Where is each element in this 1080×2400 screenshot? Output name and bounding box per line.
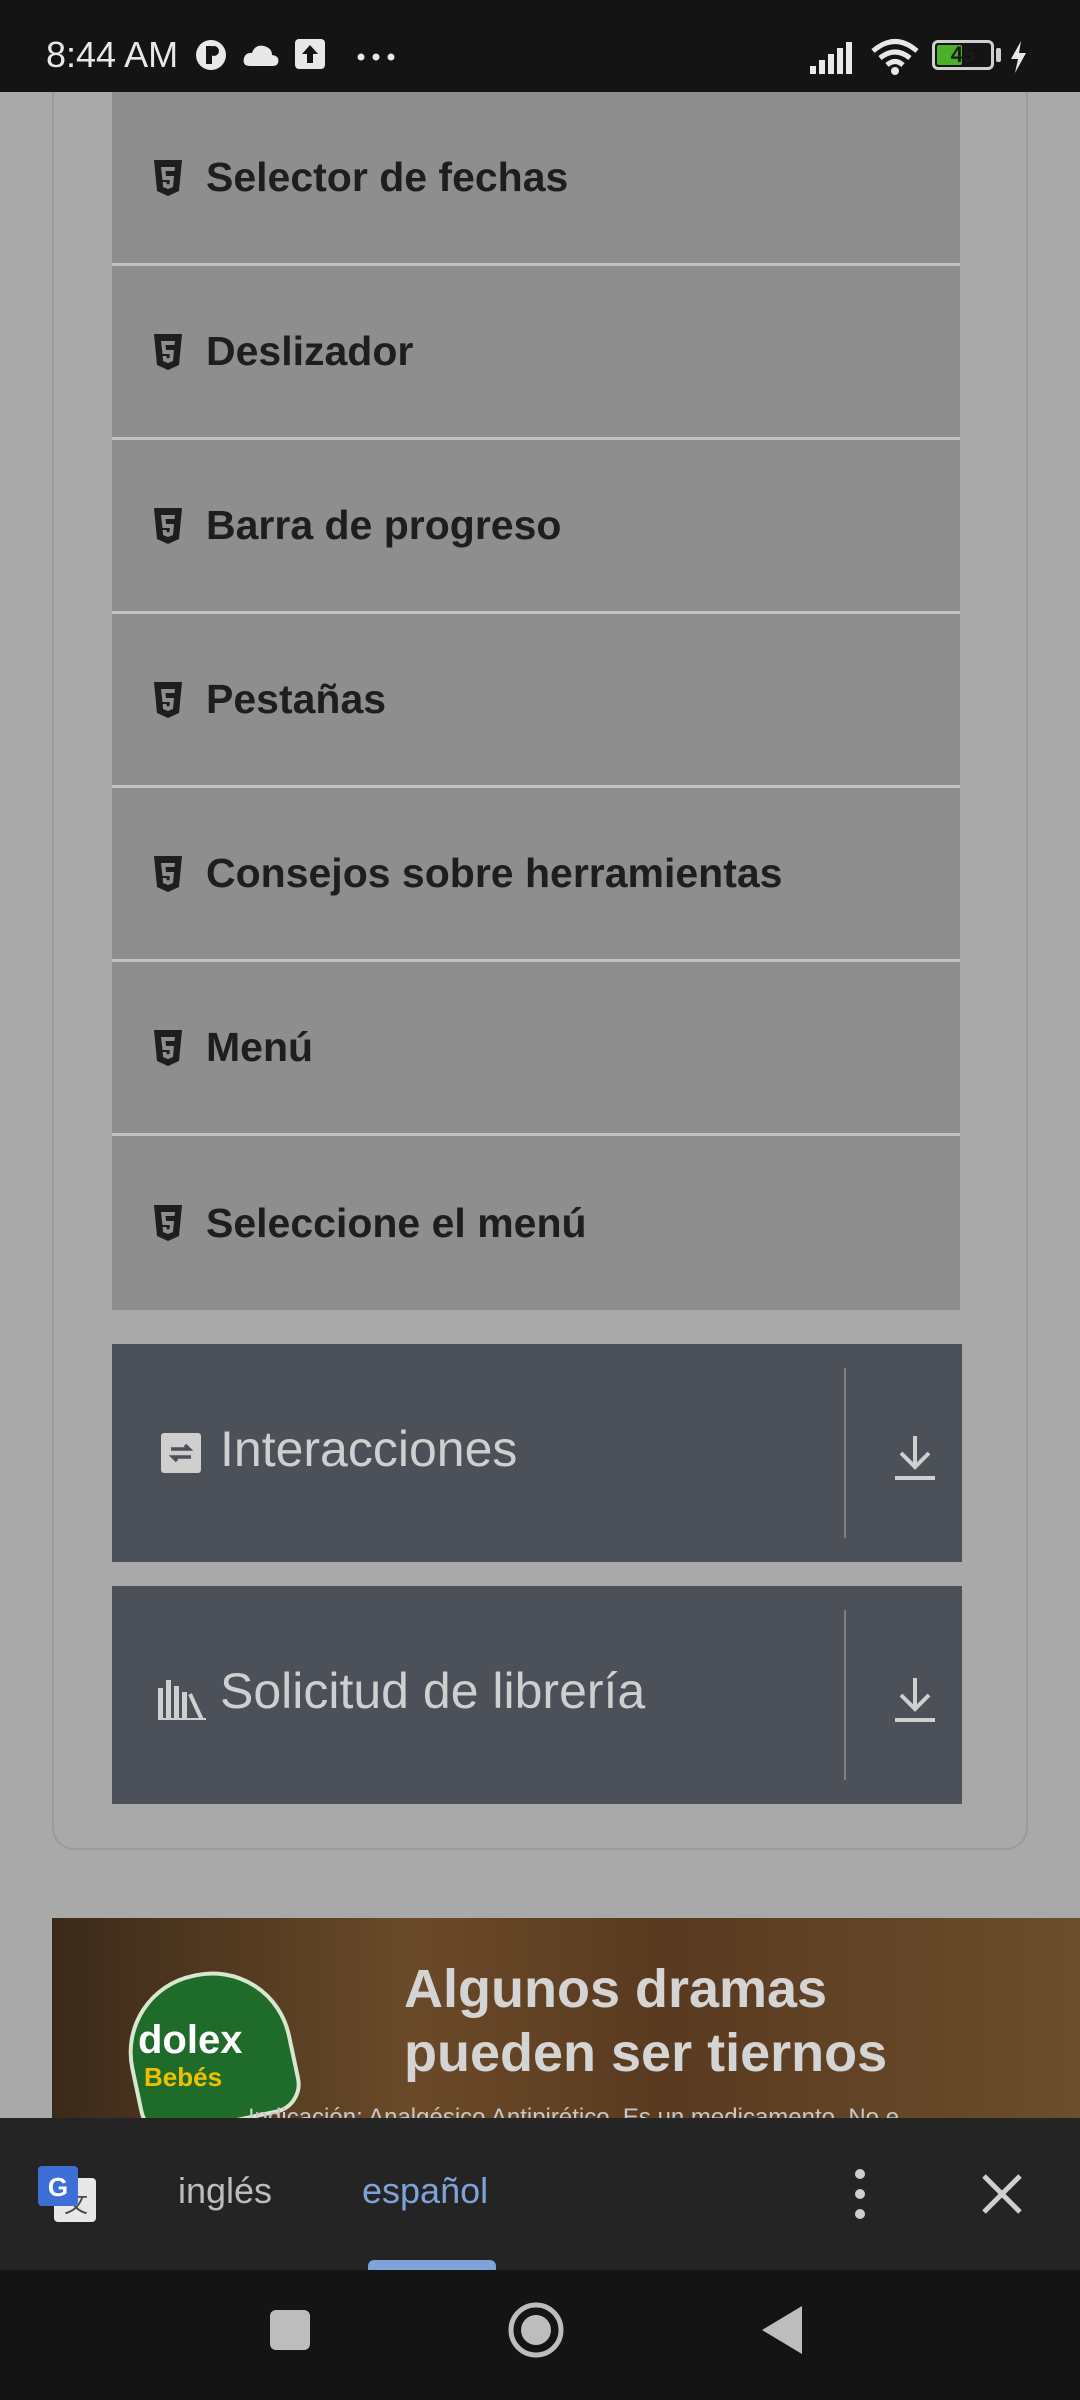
- interactions-icon: [161, 1433, 201, 1473]
- list-item[interactable]: Selector de fechas: [112, 92, 960, 266]
- more-options-icon[interactable]: [842, 2166, 878, 2222]
- signal-icon: [810, 42, 852, 74]
- component-list: Selector de fechas Deslizador Barra de p…: [112, 92, 960, 1310]
- system-nav-bar: [0, 2270, 1080, 2400]
- close-icon[interactable]: [978, 2170, 1026, 2218]
- html5-icon: [154, 1205, 182, 1241]
- ad-banner[interactable]: dolex Bebés Algunos dramas pueden ser ti…: [52, 1918, 1080, 2118]
- translate-bar: 文 G inglés español: [0, 2118, 1080, 2270]
- status-bar: 8:44 AM 45: [0, 0, 1080, 92]
- list-item-label: Pestañas: [206, 676, 387, 722]
- google-translate-icon[interactable]: 文 G: [36, 2164, 98, 2226]
- notification-p-icon: [196, 40, 226, 70]
- download-icon[interactable]: [892, 1674, 938, 1724]
- html5-icon: [154, 855, 182, 892]
- list-item-label: Consejos sobre herramientas: [206, 850, 783, 896]
- status-time: 8:44 AM: [46, 34, 179, 75]
- battery-level: 45: [950, 42, 976, 67]
- interactions-panel[interactable]: Interacciones: [112, 1344, 962, 1562]
- charging-icon: [1011, 41, 1026, 73]
- html5-icon: [154, 507, 182, 544]
- download-icon[interactable]: [892, 1432, 938, 1482]
- upload-icon: [295, 39, 325, 69]
- list-item-label: Seleccione el menú: [206, 1199, 587, 1246]
- list-item-label: Menú: [206, 1024, 314, 1070]
- battery-tip: [996, 48, 1001, 62]
- source-language-tab[interactable]: inglés: [178, 2170, 272, 2212]
- list-item[interactable]: Seleccione el menú: [112, 1136, 960, 1310]
- battery-icon: 45: [932, 40, 994, 70]
- ad-logo-subtext: Bebés: [144, 2062, 223, 2092]
- list-item[interactable]: Barra de progreso: [112, 440, 960, 614]
- panel-divider: [844, 1610, 846, 1780]
- svg-text:G: G: [48, 2172, 68, 2202]
- ad-disclaimer: Indicación: Analgésico Antipirético. Es …: [248, 2104, 900, 2118]
- list-item-label: Selector de fechas: [206, 154, 569, 200]
- wifi-icon: [871, 39, 919, 75]
- recents-icon[interactable]: [268, 2308, 312, 2352]
- list-item[interactable]: Pestañas: [112, 614, 960, 788]
- list-item[interactable]: Menú: [112, 962, 960, 1136]
- cloud-icon: [243, 45, 279, 66]
- html5-icon: [154, 159, 182, 196]
- html5-icon: [154, 1029, 182, 1066]
- list-item[interactable]: Consejos sobre herramientas: [112, 788, 960, 962]
- back-icon[interactable]: [760, 2304, 804, 2356]
- library-icon: [158, 1680, 206, 1720]
- target-language-tab[interactable]: español: [362, 2170, 488, 2212]
- html5-icon: [154, 333, 182, 370]
- ad-logo-text: dolex: [138, 2018, 243, 2062]
- panel-divider: [844, 1368, 846, 1538]
- list-item-label: Barra de progreso: [206, 502, 562, 548]
- ad-headline-1: Algunos dramas: [404, 1959, 828, 2019]
- ad-headline-2: pueden ser tiernos: [404, 2023, 888, 2083]
- library-request-panel[interactable]: Solicitud de librería: [112, 1586, 962, 1804]
- list-item[interactable]: Deslizador: [112, 266, 960, 440]
- more-dots-icon: [357, 53, 395, 61]
- home-icon[interactable]: [506, 2300, 566, 2360]
- selected-tab-indicator: [368, 2260, 496, 2270]
- interactions-label: Interacciones: [220, 1421, 518, 1477]
- html5-icon: [154, 681, 182, 718]
- list-item-label: Deslizador: [206, 328, 414, 374]
- library-request-label: Solicitud de librería: [220, 1663, 646, 1719]
